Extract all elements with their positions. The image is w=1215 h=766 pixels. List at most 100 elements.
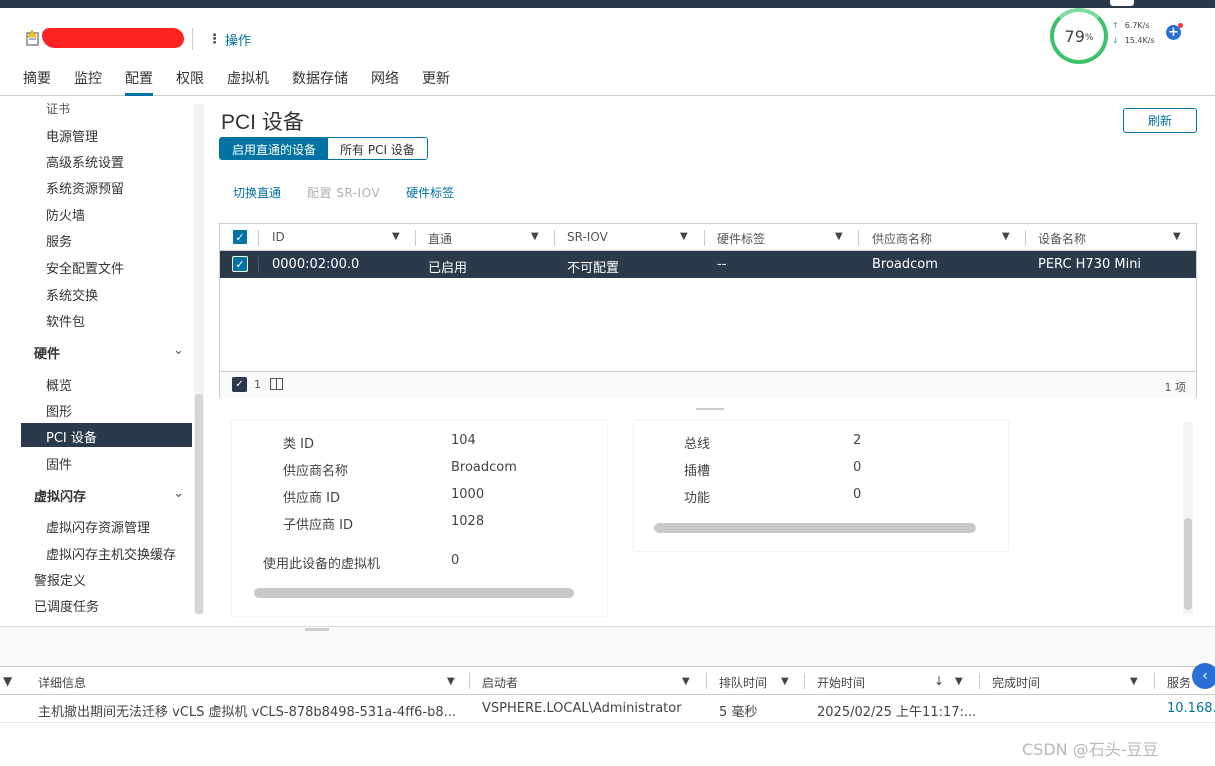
- detail-value: 2: [853, 433, 862, 448]
- tab-configure[interactable]: 配置: [125, 62, 153, 96]
- filter-icon[interactable]: ▼: [447, 676, 455, 687]
- plus-icon[interactable]: +: [1166, 23, 1183, 40]
- actions-label: 操作: [225, 34, 252, 49]
- task-server-link[interactable]: 10.168.3: [1167, 701, 1215, 716]
- sidebar-item-alarm-definitions[interactable]: 警报定义: [34, 570, 86, 589]
- selected-count: 1: [254, 378, 261, 391]
- column-header-details[interactable]: 详细信息: [38, 674, 86, 691]
- sidebar-item-advanced[interactable]: 高级系统设置: [46, 152, 124, 171]
- detail-label: 总线: [684, 437, 711, 452]
- column-header-initiator[interactable]: 启动者: [482, 674, 518, 691]
- sidebar-group-virtual-flash[interactable]: 虚拟闪存 ⌄: [34, 486, 184, 505]
- download-arrow-icon: ↓: [1112, 36, 1119, 45]
- sidebar-item-security-profile[interactable]: 安全配置文件: [46, 258, 124, 277]
- sidebar-item-graphics[interactable]: 图形: [46, 401, 72, 420]
- filter-icon[interactable]: ▼: [835, 231, 843, 242]
- filter-icon[interactable]: ▼: [682, 676, 690, 687]
- tab-networks[interactable]: 网络: [371, 62, 399, 96]
- tab-updates[interactable]: 更新: [422, 62, 450, 96]
- sidebar-item-scheduled-tasks[interactable]: 已调度任务: [34, 596, 99, 615]
- tab-summary[interactable]: 摘要: [23, 62, 51, 96]
- sidebar-item-packages[interactable]: 软件包: [46, 311, 85, 330]
- network-speed-widget[interactable]: 79% ↑ 6.7K/s ↓ 15.4K/s +: [1050, 8, 1190, 64]
- filter-icon[interactable]: ▼: [3, 674, 12, 688]
- scrollbar-thumb[interactable]: [1184, 518, 1192, 610]
- selection-toggle-checkbox[interactable]: ✓: [232, 377, 247, 392]
- sidebar-item-system-swap[interactable]: 系统交换: [46, 285, 98, 304]
- refresh-button[interactable]: 刷新: [1123, 108, 1197, 133]
- splitter-nub[interactable]: [305, 628, 329, 631]
- sidebar-item-pci-devices[interactable]: PCI 设备: [21, 423, 192, 447]
- segment-all-pci-devices[interactable]: 所有 PCI 设备: [328, 138, 427, 159]
- scrollbar-thumb[interactable]: [195, 394, 203, 614]
- column-header-server[interactable]: 服务: [1167, 674, 1191, 691]
- task-queued-time: 5 毫秒: [719, 705, 758, 720]
- device-detail-location: 总线 2 插槽 0 功能 0: [634, 421, 1008, 551]
- toggle-passthrough-button[interactable]: 切换直通: [233, 184, 281, 201]
- top-bar: [0, 0, 1215, 8]
- sidebar-item-resource-reservation[interactable]: 系统资源预留: [46, 178, 124, 197]
- sidebar-item-certificate[interactable]: 证书: [46, 100, 70, 117]
- host-icon: [26, 30, 39, 46]
- column-separator: [258, 230, 259, 246]
- tasks-header: ▼ 详细信息 ▼ 启动者 ▼ 排队时间 ▼ 开始时间 ↓ ▼ 完成时间 ▼ 服务: [0, 666, 1215, 695]
- column-header-completion[interactable]: 完成时间: [992, 674, 1040, 691]
- tab-monitor[interactable]: 监控: [74, 62, 102, 96]
- filter-icon[interactable]: ▼: [680, 231, 688, 242]
- horizontal-scrollbar[interactable]: [254, 588, 574, 598]
- filter-icon[interactable]: ▼: [1130, 676, 1138, 687]
- filter-icon[interactable]: ▼: [531, 231, 539, 242]
- tasks-splitter[interactable]: [0, 626, 1215, 666]
- column-separator: [706, 673, 707, 689]
- column-header-start-time[interactable]: 开始时间: [817, 674, 865, 691]
- horizontal-scrollbar[interactable]: [654, 523, 976, 533]
- collapse-panel-icon[interactable]: ‹: [1192, 663, 1215, 689]
- table-row[interactable]: ✓ 0000:02:00.0 已启用 不可配置 -- Broadcom PERC…: [220, 251, 1196, 278]
- column-header-passthrough[interactable]: 直通: [428, 224, 452, 251]
- sidebar-item-flash-swap-cache[interactable]: 虚拟闪存主机交换缓存: [46, 544, 176, 563]
- filter-icon[interactable]: ▼: [955, 676, 963, 687]
- nav-tabs: 摘要 监控 配置 权限 虚拟机 数据存储 网络 更新: [0, 62, 450, 96]
- select-all-checkbox[interactable]: ✓: [232, 229, 248, 245]
- sidebar-item-power[interactable]: 电源管理: [46, 126, 98, 145]
- sidebar-scrollbar[interactable]: [194, 104, 204, 614]
- column-header-hardware-label[interactable]: 硬件标签: [717, 224, 765, 251]
- segment-passthrough-enabled[interactable]: 启用直通的设备: [220, 138, 329, 159]
- column-separator: [804, 673, 805, 689]
- column-toggle-icon[interactable]: [270, 378, 283, 390]
- filter-icon[interactable]: ▼: [1002, 231, 1010, 242]
- configure-sriov-button[interactable]: 配置 SR-IOV: [307, 184, 380, 201]
- tab-vms[interactable]: 虚拟机: [227, 62, 269, 96]
- sidebar-item-firmware[interactable]: 固件: [46, 454, 72, 473]
- device-filter-toggle: 启用直通的设备 所有 PCI 设备: [219, 137, 428, 160]
- actions-menu[interactable]: ⋮ 操作: [208, 30, 251, 49]
- sidebar-group-hardware[interactable]: 硬件 ⌄: [34, 343, 184, 362]
- tab-datastores[interactable]: 数据存储: [292, 62, 348, 96]
- vm-using-device-label: 使用此设备的虚拟机: [263, 557, 381, 572]
- cell-passthrough: 已启用: [428, 261, 468, 276]
- column-header-vendor[interactable]: 供应商名称: [872, 224, 932, 251]
- sidebar-item-firewall[interactable]: 防火墙: [46, 205, 85, 224]
- column-header-queued[interactable]: 排队时间: [719, 674, 767, 691]
- sort-down-icon[interactable]: ↓: [934, 674, 944, 688]
- content-scrollbar[interactable]: [1183, 422, 1193, 614]
- table-row[interactable]: 主机撤出期间无法迁移 vCLS 虚拟机 vCLS-878b8498-531a-4…: [0, 695, 1215, 723]
- filter-icon[interactable]: ▼: [392, 231, 400, 242]
- column-header-device-name[interactable]: 设备名称: [1038, 224, 1086, 251]
- watermark: CSDN @石头-豆豆: [1022, 740, 1159, 759]
- upload-arrow-icon: ↑: [1112, 21, 1119, 30]
- sidebar-item-overview[interactable]: 概览: [46, 375, 72, 394]
- row-checkbox[interactable]: ✓: [232, 256, 248, 272]
- cpu-percent: 79: [1064, 26, 1085, 46]
- filter-icon[interactable]: ▼: [781, 676, 789, 687]
- sidebar-item-services[interactable]: 服务: [46, 231, 72, 250]
- tab-permissions[interactable]: 权限: [176, 62, 204, 96]
- split-handle[interactable]: [696, 408, 724, 410]
- filter-icon[interactable]: ▼: [1173, 231, 1181, 242]
- hardware-label-button[interactable]: 硬件标签: [406, 184, 454, 201]
- column-header-sriov[interactable]: SR-IOV: [567, 224, 608, 251]
- cell-hardware-label: --: [717, 257, 727, 272]
- sidebar-item-flash-resource[interactable]: 虚拟闪存资源管理: [46, 517, 150, 536]
- vm-using-device-value[interactable]: 0: [451, 553, 459, 568]
- column-header-id[interactable]: ID: [272, 224, 285, 251]
